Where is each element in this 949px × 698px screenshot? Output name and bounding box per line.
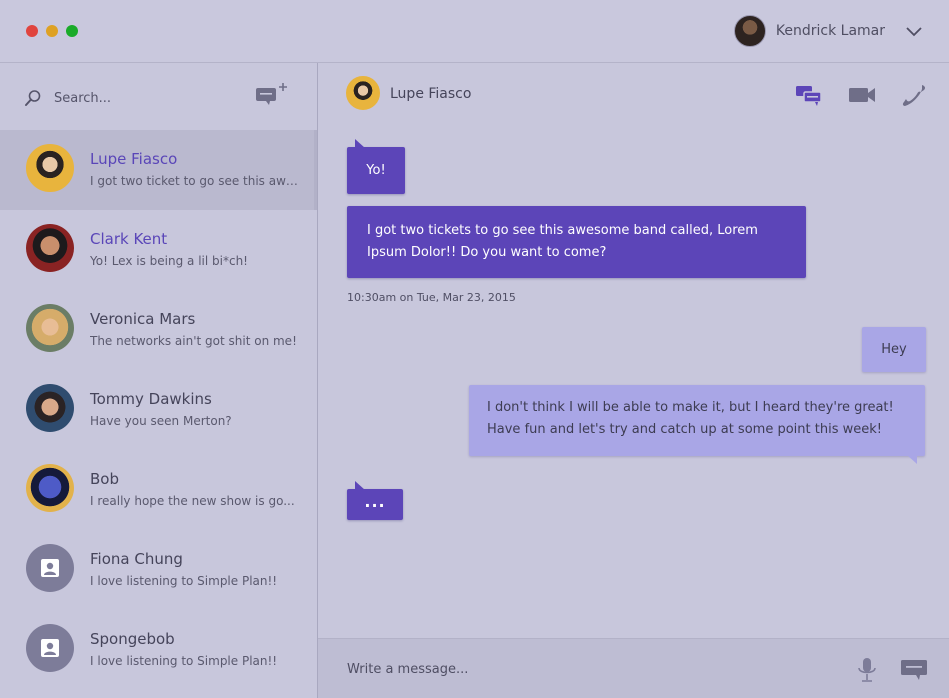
contact-preview: The networks ain't got shit on me!: [90, 334, 297, 348]
contact-name: Tommy Dawkins: [90, 390, 212, 408]
message-incoming: I got two tickets to go see this awesome…: [347, 206, 806, 278]
avatar: [26, 624, 74, 672]
video-camera-icon[interactable]: [848, 83, 876, 107]
contact-preview: I love listening to Simple Plan!!: [90, 654, 278, 668]
contact-name: Bob: [90, 470, 119, 488]
maximize-window-button[interactable]: [66, 25, 78, 37]
chat-icon[interactable]: [795, 83, 823, 107]
message-text: I got two tickets to go see this awesome…: [367, 223, 758, 260]
avatar: [26, 384, 74, 432]
contact-item-veronica-mars[interactable]: Veronica Mars The networks ain't got shi…: [0, 290, 317, 370]
sidebar: Search... Lupe Fiasco I got two ticket t…: [0, 63, 318, 698]
chevron-down-icon[interactable]: [905, 22, 923, 40]
contact-preview: I got two ticket to go see this awe...: [90, 174, 300, 188]
contact-preview: Have you seen Merton?: [90, 414, 232, 428]
contact-item-spongebob[interactable]: Spongebob I love listening to Simple Pla…: [0, 610, 317, 690]
contact-item-tommy-dawkins[interactable]: Tommy Dawkins Have you seen Merton?: [0, 370, 317, 450]
avatar: [26, 464, 74, 512]
new-message-icon[interactable]: [254, 80, 290, 110]
chat-panel: Lupe Fiasco Yo! I got two tickets to go …: [318, 63, 949, 698]
avatar: [26, 224, 74, 272]
contact-list: Lupe Fiasco I got two ticket to go see t…: [0, 130, 317, 690]
phone-icon[interactable]: [900, 83, 928, 107]
title-bar: Kendrick Lamar: [0, 0, 949, 63]
contact-name: Veronica Mars: [90, 310, 196, 328]
contact-item-lupe-fiasco[interactable]: Lupe Fiasco I got two ticket to go see t…: [0, 130, 317, 210]
contact-name: Clark Kent: [90, 230, 168, 248]
avatar: [26, 304, 74, 352]
contact-item-clark-kent[interactable]: Clark Kent Yo! Lex is being a lil bi*ch!: [0, 210, 317, 290]
user-menu[interactable]: Kendrick Lamar: [733, 15, 923, 47]
avatar: [26, 144, 74, 192]
search-bar[interactable]: Search...: [24, 83, 294, 110]
chat-contact-name: Lupe Fiasco: [390, 86, 472, 102]
send-message-icon[interactable]: [900, 658, 928, 682]
user-placeholder-icon: [41, 559, 59, 577]
message-composer: [318, 638, 949, 698]
chat-contact-avatar: [346, 76, 380, 110]
message-incoming: Yo!: [347, 139, 405, 194]
contact-name: Lupe Fiasco: [90, 150, 178, 168]
bubble-tail: [355, 139, 365, 148]
contact-item-fiona-chung[interactable]: Fiona Chung I love listening to Simple P…: [0, 530, 317, 610]
close-window-button[interactable]: [26, 25, 38, 37]
message-outgoing: Hey: [862, 327, 926, 372]
message-timestamp: 10:30am on Tue, Mar 23, 2015: [347, 291, 516, 304]
contact-preview: I love listening to Simple Plan!!: [90, 574, 278, 588]
user-name: Kendrick Lamar: [775, 23, 885, 39]
message-text: Hey: [881, 342, 907, 357]
minimize-window-button[interactable]: [46, 25, 58, 37]
contact-name: Fiona Chung: [90, 550, 183, 568]
user-avatar: [733, 15, 766, 47]
bubble-tail: [907, 455, 917, 464]
typing-dots: ...: [364, 492, 386, 511]
search-icon: [25, 90, 41, 106]
message-text: I don't think I will be able to make it,…: [487, 400, 894, 437]
message-input[interactable]: [347, 659, 827, 679]
microphone-icon[interactable]: [856, 657, 878, 683]
contact-preview: Yo! Lex is being a lil bi*ch!: [90, 254, 248, 268]
message-text: Yo!: [366, 163, 386, 178]
contact-item-bob[interactable]: Bob I really hope the new show is go...: [0, 450, 317, 530]
user-placeholder-icon: [41, 639, 59, 657]
avatar: [26, 544, 74, 592]
bubble-tail: [355, 481, 365, 490]
chat-header: Lupe Fiasco: [318, 63, 949, 125]
contact-name: Spongebob: [90, 630, 175, 648]
search-input[interactable]: Search...: [54, 91, 111, 106]
contact-preview: I really hope the new show is go...: [90, 494, 295, 508]
typing-indicator: ...: [347, 481, 403, 520]
message-outgoing: I don't think I will be able to make it,…: [469, 385, 925, 464]
